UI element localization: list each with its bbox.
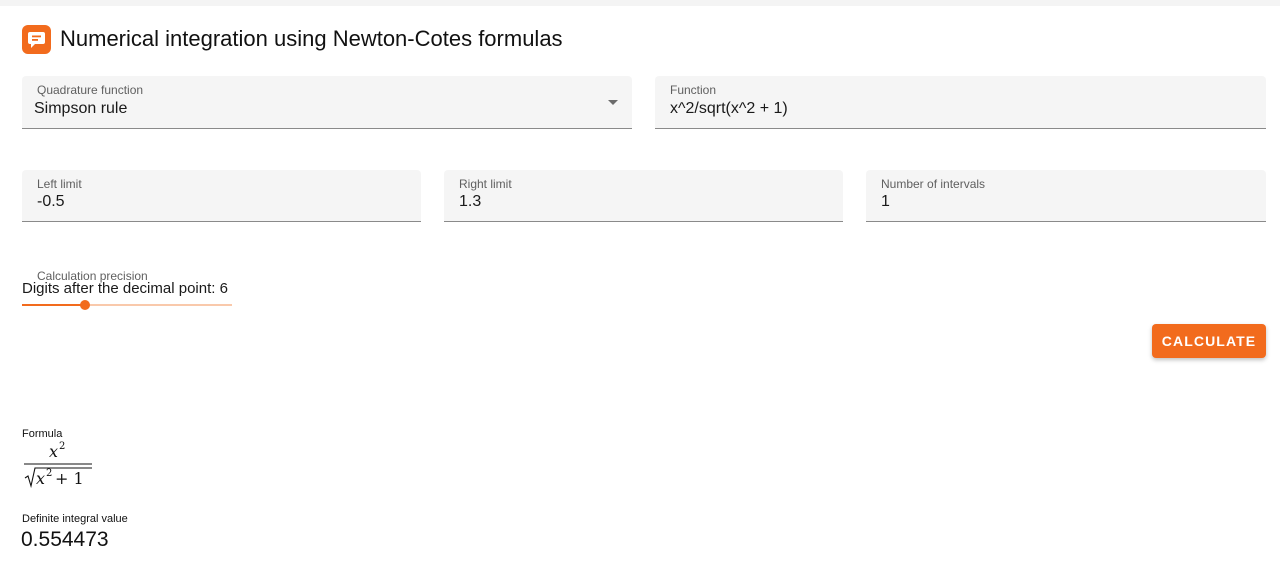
- formula-numerator-base: x: [49, 442, 58, 461]
- formula-denominator-base: x: [36, 469, 45, 488]
- function-label: Function: [670, 83, 717, 97]
- quadrature-label: Quadrature function: [37, 83, 144, 97]
- precision-digits-text: Digits after the decimal point: 6: [22, 280, 228, 297]
- function-field[interactable]: Function: [655, 76, 1266, 129]
- formula-denominator-exp: 2: [46, 468, 52, 479]
- left-limit-input[interactable]: [37, 192, 396, 212]
- integral-label: Definite integral value: [22, 513, 128, 525]
- right-limit-label: Right limit: [459, 177, 512, 191]
- formula-render: x 2 x 2 + 1: [24, 441, 92, 489]
- precision-slider-track[interactable]: [22, 304, 232, 306]
- intervals-field[interactable]: Number of intervals: [866, 170, 1266, 222]
- quadrature-select[interactable]: Quadrature function Simpson rule: [22, 76, 632, 129]
- intervals-label: Number of intervals: [881, 177, 986, 191]
- precision-slider-thumb[interactable]: [80, 300, 90, 310]
- right-limit-input[interactable]: [459, 192, 818, 212]
- chevron-down-icon[interactable]: [608, 100, 618, 105]
- right-limit-field[interactable]: Right limit: [444, 170, 843, 222]
- calculate-button[interactable]: CALCULATE: [1152, 324, 1266, 358]
- page-top-strip: [0, 0, 1280, 6]
- page-title: Numerical integration using Newton-Cotes…: [60, 26, 563, 51]
- app-header: Numerical integration using Newton-Cotes…: [22, 24, 563, 54]
- quadrature-value: Simpson rule: [34, 100, 128, 117]
- message-icon: [22, 24, 51, 54]
- formula-denominator-tail: + 1: [55, 469, 84, 488]
- function-input[interactable]: [670, 99, 1241, 119]
- precision-slider-block: Calculation precision Digits after the d…: [22, 269, 232, 311]
- integral-value: 0.554473: [21, 528, 109, 551]
- left-limit-field[interactable]: Left limit: [22, 170, 421, 222]
- left-limit-label: Left limit: [37, 177, 82, 191]
- precision-slider-fill: [22, 304, 85, 306]
- formula-numerator-exp: 2: [59, 441, 65, 452]
- intervals-input[interactable]: [881, 192, 1241, 212]
